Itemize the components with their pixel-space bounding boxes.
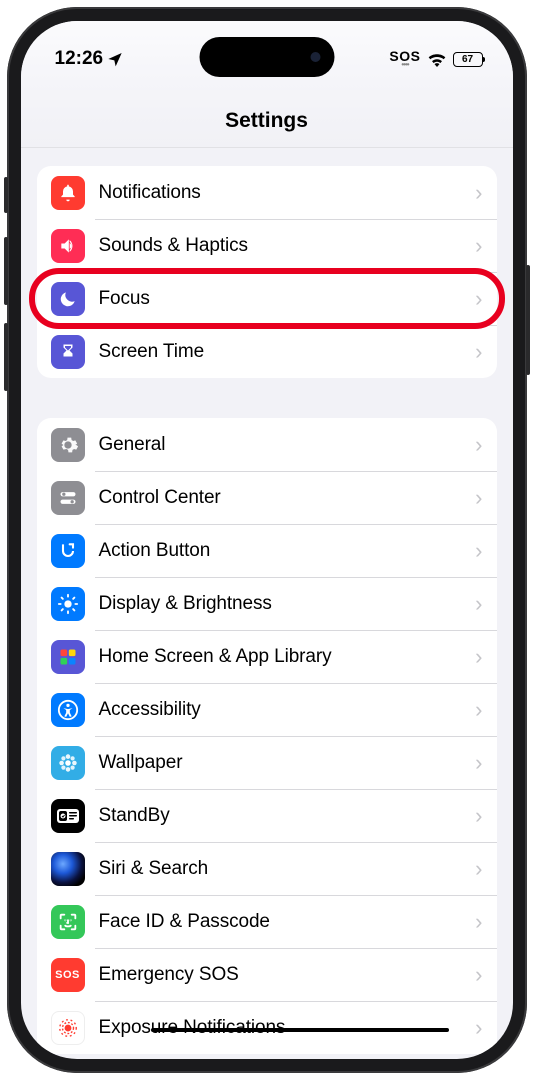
chevron-right-icon: › bbox=[475, 591, 482, 617]
row-label: StandBy bbox=[99, 805, 476, 827]
row-general[interactable]: General › bbox=[37, 418, 497, 471]
page-title: Settings bbox=[21, 81, 513, 148]
phone-frame: 12:26 SOS •••• 67 Settings bbox=[7, 7, 527, 1073]
standby-icon bbox=[51, 799, 85, 833]
row-label: Accessibility bbox=[99, 699, 476, 721]
row-display[interactable]: Display & Brightness › bbox=[37, 577, 497, 630]
chevron-right-icon: › bbox=[475, 485, 482, 511]
chevron-right-icon: › bbox=[475, 233, 482, 259]
row-label: Wallpaper bbox=[99, 752, 476, 774]
row-label: Control Center bbox=[99, 487, 476, 509]
dynamic-island bbox=[199, 37, 334, 77]
chevron-right-icon: › bbox=[475, 180, 482, 206]
row-focus[interactable]: Focus › bbox=[37, 272, 497, 325]
moon-icon bbox=[51, 282, 85, 316]
wifi-icon bbox=[427, 52, 447, 67]
accessibility-icon bbox=[51, 693, 85, 727]
status-time: 12:26 bbox=[55, 48, 104, 70]
battery-icon: 67 bbox=[453, 52, 483, 67]
chevron-right-icon: › bbox=[475, 286, 482, 312]
chevron-right-icon: › bbox=[475, 644, 482, 670]
flower-icon bbox=[51, 746, 85, 780]
settings-section: General › Control Center › Action Button… bbox=[37, 418, 497, 1054]
chevron-right-icon: › bbox=[475, 750, 482, 776]
gear-icon bbox=[51, 428, 85, 462]
row-label: Emergency SOS bbox=[99, 964, 476, 986]
chevron-right-icon: › bbox=[475, 962, 482, 988]
row-emergency[interactable]: SOS Emergency SOS › bbox=[37, 948, 497, 1001]
grid-icon bbox=[51, 640, 85, 674]
settings-list[interactable]: Notifications › Sounds & Haptics › Focus bbox=[21, 166, 513, 1054]
switches-icon bbox=[51, 481, 85, 515]
chevron-right-icon: › bbox=[475, 909, 482, 935]
faceid-icon bbox=[51, 905, 85, 939]
row-accessibility[interactable]: Accessibility › bbox=[37, 683, 497, 736]
siri-icon bbox=[51, 852, 85, 886]
screenshot-edge-line bbox=[151, 1028, 449, 1032]
row-screentime[interactable]: Screen Time › bbox=[37, 325, 497, 378]
bell-icon bbox=[51, 176, 85, 210]
row-label: Face ID & Passcode bbox=[99, 911, 476, 933]
row-wallpaper[interactable]: Wallpaper › bbox=[37, 736, 497, 789]
screen: 12:26 SOS •••• 67 Settings bbox=[21, 21, 513, 1059]
chevron-right-icon: › bbox=[475, 803, 482, 829]
location-icon bbox=[107, 51, 123, 67]
sun-icon bbox=[51, 587, 85, 621]
row-actionbutton[interactable]: Action Button › bbox=[37, 524, 497, 577]
exposure-icon bbox=[51, 1011, 85, 1045]
row-label: Screen Time bbox=[99, 341, 476, 363]
row-label: Sounds & Haptics bbox=[99, 235, 476, 257]
row-sounds[interactable]: Sounds & Haptics › bbox=[37, 219, 497, 272]
chevron-right-icon: › bbox=[475, 339, 482, 365]
row-faceid[interactable]: Face ID & Passcode › bbox=[37, 895, 497, 948]
row-label: Siri & Search bbox=[99, 858, 476, 880]
action-icon bbox=[51, 534, 85, 568]
row-label: Focus bbox=[99, 288, 476, 310]
speaker-icon bbox=[51, 229, 85, 263]
row-label: Notifications bbox=[99, 182, 476, 204]
row-controlcenter[interactable]: Control Center › bbox=[37, 471, 497, 524]
row-homescreen[interactable]: Home Screen & App Library › bbox=[37, 630, 497, 683]
row-siri[interactable]: Siri & Search › bbox=[37, 842, 497, 895]
row-notifications[interactable]: Notifications › bbox=[37, 166, 497, 219]
chevron-right-icon: › bbox=[475, 432, 482, 458]
chevron-right-icon: › bbox=[475, 697, 482, 723]
row-standby[interactable]: StandBy › bbox=[37, 789, 497, 842]
chevron-right-icon: › bbox=[475, 856, 482, 882]
hourglass-icon bbox=[51, 335, 85, 369]
chevron-right-icon: › bbox=[475, 538, 482, 564]
row-label: Action Button bbox=[99, 540, 476, 562]
row-label: General bbox=[99, 434, 476, 456]
settings-section: Notifications › Sounds & Haptics › Focus bbox=[37, 166, 497, 378]
row-label: Home Screen & App Library bbox=[99, 646, 476, 668]
row-label: Display & Brightness bbox=[99, 593, 476, 615]
sos-icon: SOS bbox=[51, 958, 85, 992]
chevron-right-icon: › bbox=[475, 1015, 482, 1041]
